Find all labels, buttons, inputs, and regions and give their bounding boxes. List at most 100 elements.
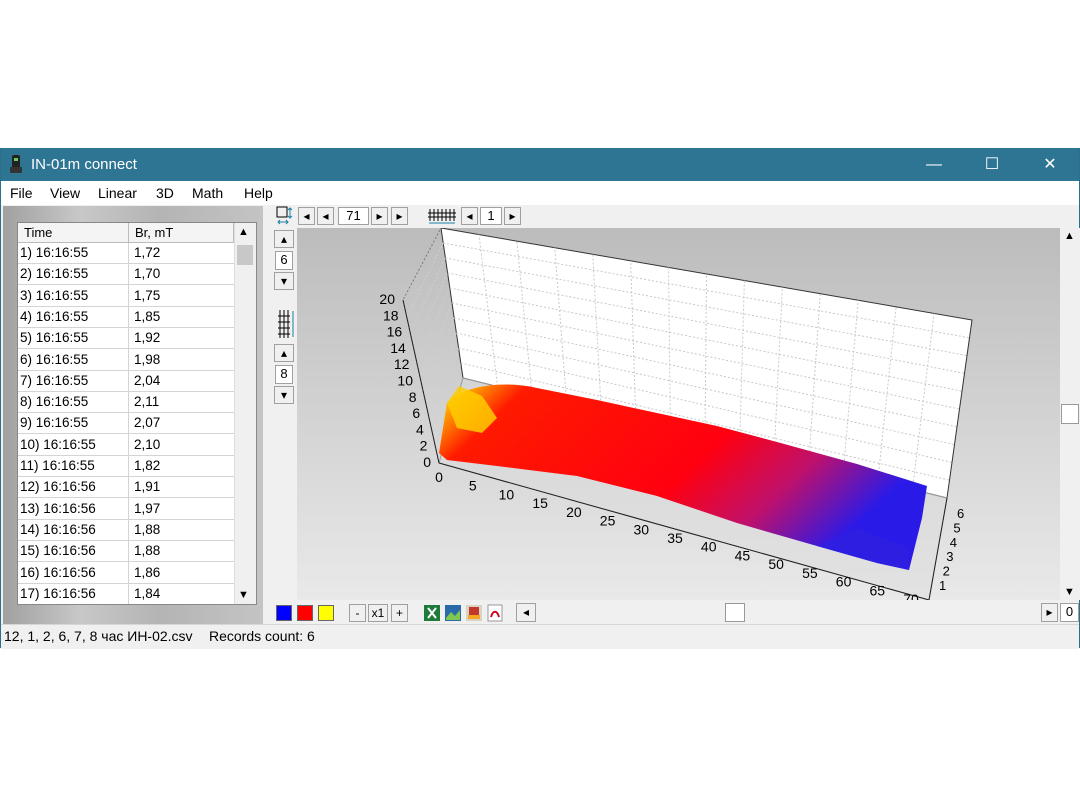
y-steps-down-button[interactable]: ▾ [274, 272, 294, 290]
side-grid-line [416, 287, 451, 366]
table-scrollbar[interactable]: ▲ ▼ [234, 223, 256, 604]
y-tick-label: 2 [943, 564, 950, 579]
last-frame-button[interactable]: ▸ [391, 207, 408, 225]
cell-time: 15) 16:16:56 [20, 543, 96, 559]
table-row[interactable]: 2) 16:16:55 1,70 [18, 264, 234, 286]
cell-time: 10) 16:16:55 [20, 436, 96, 452]
prev-page-button[interactable]: ◂ [461, 207, 478, 225]
x-steps-field[interactable]: 8 [275, 365, 293, 384]
side-grid-line [409, 257, 446, 333]
zoom-level[interactable]: x1 [368, 604, 388, 622]
table-row[interactable]: 16) 16:16:56 1,86 [18, 563, 234, 584]
menu-file[interactable]: File [10, 185, 33, 201]
menu-view[interactable]: View [50, 185, 80, 201]
table-row[interactable]: 9) 16:16:55 2,07 [18, 413, 234, 435]
y-steps-icon[interactable] [276, 206, 294, 226]
minimize-button[interactable]: — [905, 148, 963, 181]
y-steps-field[interactable]: 6 [275, 251, 293, 270]
table-row[interactable]: 17) 16:16:56 1,84 [18, 584, 234, 604]
table-row[interactable]: 14) 16:16:56 1,88 [18, 520, 234, 541]
zoom-in-button[interactable]: + [391, 604, 408, 622]
x-tick-label: 35 [667, 530, 683, 546]
chart-area[interactable]: 0 2 4 6 8 10 12 14 16 18 20 0 5 10 15 20 25 30 35 40 45 50 55 6… [297, 228, 1060, 600]
grid-density-icon[interactable] [276, 308, 296, 340]
table-row[interactable]: 12) 16:16:56 1,91 [18, 477, 234, 499]
next-frame-button[interactable]: ▸ [371, 207, 388, 225]
scroll-down-icon[interactable]: ▼ [238, 589, 249, 601]
column-header-br[interactable]: Br, mT [129, 223, 234, 243]
print-icon[interactable] [465, 604, 483, 622]
cell-br: 1,82 [134, 458, 161, 473]
maximize-button[interactable]: ☐ [963, 148, 1021, 181]
chart-hscroll[interactable] [538, 603, 1038, 622]
surface-chart[interactable]: 0246810121416182005101520253035404550556… [297, 228, 1060, 600]
table-row[interactable]: 11) 16:16:55 1,82 [18, 456, 234, 477]
first-frame-button[interactable]: ◂ [298, 207, 315, 225]
cell-br: 1,97 [134, 500, 161, 516]
y-steps-up-button[interactable]: ▴ [274, 230, 294, 248]
table-row[interactable]: 10) 16:16:55 2,10 [18, 435, 234, 456]
excel-export-icon[interactable] [423, 604, 441, 622]
cell-br: 2,04 [134, 372, 161, 388]
x-tick-label: 5 [469, 478, 477, 494]
close-button[interactable]: ✕ [1021, 148, 1079, 181]
maximize-icon: ☐ [984, 156, 1000, 173]
cell-time: 14) 16:16:56 [20, 521, 96, 537]
z-tick-label: 20 [379, 291, 395, 307]
cell-br: 1,88 [134, 521, 161, 537]
frame-field[interactable]: 71 [338, 207, 369, 225]
z-tick-label: 6 [412, 405, 420, 421]
menu-help[interactable]: Help [244, 185, 273, 201]
x-steps-up-button[interactable]: ▴ [274, 344, 294, 362]
vscroll-thumb[interactable] [1061, 404, 1079, 424]
table-row[interactable]: 8) 16:16:55 2,11 [18, 392, 234, 414]
y-tick-label: 6 [957, 506, 964, 521]
page-field[interactable]: 1 [480, 207, 502, 225]
cell-time: 8) 16:16:55 [20, 394, 89, 410]
y-tick-label: 4 [950, 535, 957, 550]
table-row[interactable]: 5) 16:16:55 1,92 [18, 328, 234, 350]
x-steps-down-button[interactable]: ▾ [274, 386, 294, 404]
scroll-up-icon[interactable]: ▲ [238, 226, 249, 238]
hscroll-value[interactable]: 0 [1060, 603, 1079, 622]
vscroll-up-icon[interactable]: ▲ [1064, 230, 1075, 242]
chart-vscroll[interactable]: ▲ ▼ [1060, 228, 1080, 600]
hscroll-left-button[interactable]: ◂ [516, 603, 536, 622]
menu-3d[interactable]: 3D [156, 185, 174, 201]
prev-frame-button[interactable]: ◂ [317, 207, 334, 225]
table-row[interactable]: 3) 16:16:55 1,75 [18, 286, 234, 307]
x-steps-icon[interactable] [426, 207, 458, 225]
z-tick-label: 2 [420, 438, 428, 454]
x-tick-label: 60 [836, 574, 852, 590]
color-mid-swatch[interactable] [297, 605, 313, 621]
next-page-button[interactable]: ▸ [504, 207, 521, 225]
close-icon: ✕ [1043, 156, 1057, 173]
z-tick-label: 0 [423, 454, 431, 470]
cell-time: 7) 16:16:55 [20, 372, 89, 388]
cell-br: 1,70 [134, 266, 161, 282]
column-header-time[interactable]: Time [18, 223, 129, 243]
app-icon [10, 155, 22, 173]
cell-time: 13) 16:16:56 [20, 500, 96, 516]
scroll-thumb[interactable] [237, 245, 253, 265]
menu-math[interactable]: Math [192, 185, 223, 201]
table-row[interactable]: 6) 16:16:55 1,98 [18, 350, 234, 371]
pdf-export-icon[interactable] [486, 604, 504, 622]
hscroll-thumb[interactable] [725, 603, 745, 622]
vscroll-down-icon[interactable]: ▼ [1064, 586, 1075, 598]
color-high-swatch[interactable] [318, 605, 334, 621]
z-tick-label: 8 [409, 389, 417, 405]
table-row[interactable]: 15) 16:16:56 1,88 [18, 541, 234, 563]
x-tick-label: 50 [768, 556, 784, 572]
menu-linear[interactable]: Linear [98, 185, 137, 201]
hscroll-right-button[interactable]: ▸ [1041, 603, 1058, 622]
color-low-swatch[interactable] [276, 605, 292, 621]
x-tick-label: 65 [869, 582, 885, 598]
z-tick-label: 4 [416, 421, 424, 437]
zoom-out-button[interactable]: - [349, 604, 366, 622]
table-row[interactable]: 4) 16:16:55 1,85 [18, 307, 234, 328]
table-row[interactable]: 1) 16:16:55 1,72 [18, 243, 234, 264]
image-export-icon[interactable] [444, 604, 462, 622]
table-row[interactable]: 13) 16:16:56 1,97 [18, 499, 234, 520]
table-row[interactable]: 7) 16:16:55 2,04 [18, 371, 234, 392]
